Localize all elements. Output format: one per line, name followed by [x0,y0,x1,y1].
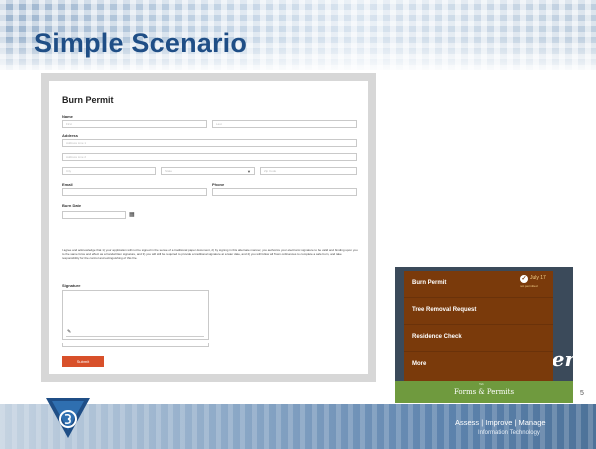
form-panel: Burn Permit Name First Last Address Addr… [49,81,368,374]
first-name-field[interactable]: First [62,120,207,128]
burn-date-label: Burn Date [62,203,82,208]
calendar-icon[interactable]: ▦ [129,211,135,218]
menu-item-label: Tree Removal Request [412,307,477,313]
slide: Simple Scenario Burn Permit Name First L… [0,0,596,449]
last-name-placeholder: Last [216,122,222,126]
slide-title: Simple Scenario [34,28,248,58]
address-line-1-placeholder: Address Line 1 [66,141,87,145]
menu-item-burn-permit[interactable]: Burn Permit ✓ July 17 not permitted [404,271,553,298]
signature-line [66,336,204,337]
signature-pad[interactable]: ✎ [62,290,209,340]
address-line-2-placeholder: Address Line 2 [66,155,87,159]
city-field[interactable]: City [62,167,156,175]
forms-permits-tab[interactable]: Tab Forms & Permits [395,381,573,403]
signature-pad-footer [62,343,209,347]
menu-item-label: Residence Check [412,334,462,340]
burn-permit-form-screenshot: Burn Permit Name First Last Address Addr… [41,73,376,382]
zip-code-placeholder: Zip Code [264,169,277,173]
agreement-text: I agree and acknowledge that 1) your app… [62,248,358,260]
state-select[interactable]: State ▼ [161,167,255,175]
footer-subtag: Information Technology [478,430,540,436]
company-logo [46,398,90,438]
menu-date: July 17 [530,275,546,281]
address-line-1-field[interactable]: Address Line 1 [62,139,357,147]
menu-item-more[interactable]: More [404,352,553,379]
menu-item-label: Burn Permit [412,280,447,286]
email-label: Email [62,182,73,187]
burn-date-field[interactable] [62,211,126,219]
menu-panel: Burn Permit ✓ July 17 not permitted Tree… [404,271,553,381]
name-label: Name [62,114,73,119]
first-name-placeholder: First [66,122,72,126]
footer-tab-label: Tab [479,382,484,386]
menu-item-tree-removal[interactable]: Tree Removal Request [404,298,553,325]
menu-item-label: More [412,361,427,367]
signature-label: Signature [62,283,81,288]
zip-code-field[interactable]: Zip Code [260,167,357,175]
menu-item-residence-check[interactable]: Residence Check [404,325,553,352]
footer-tagline: Assess | Improve | Manage [455,418,546,427]
email-field[interactable] [62,188,207,196]
check-icon: ✓ [520,275,528,283]
address-label: Address [62,133,79,138]
last-name-field[interactable]: Last [212,120,357,128]
page-number: 5 [580,390,584,397]
address-line-2-field[interactable]: Address Line 2 [62,153,357,161]
city-placeholder: City [66,169,72,173]
phone-field[interactable] [212,188,357,196]
form-title: Burn Permit [62,95,114,105]
state-placeholder: State [165,169,173,173]
forms-permits-label: Forms & Permits [453,388,515,396]
phone-label: Phone [212,182,225,187]
submit-button[interactable]: Submit [62,356,104,367]
menu-date-sub: not permitted [520,284,538,288]
pen-icon: ✎ [67,329,72,335]
chevron-down-icon: ▼ [247,169,251,174]
mobile-menu-screenshot: ver Burn Permit ✓ July 17 not permitted … [395,267,573,403]
